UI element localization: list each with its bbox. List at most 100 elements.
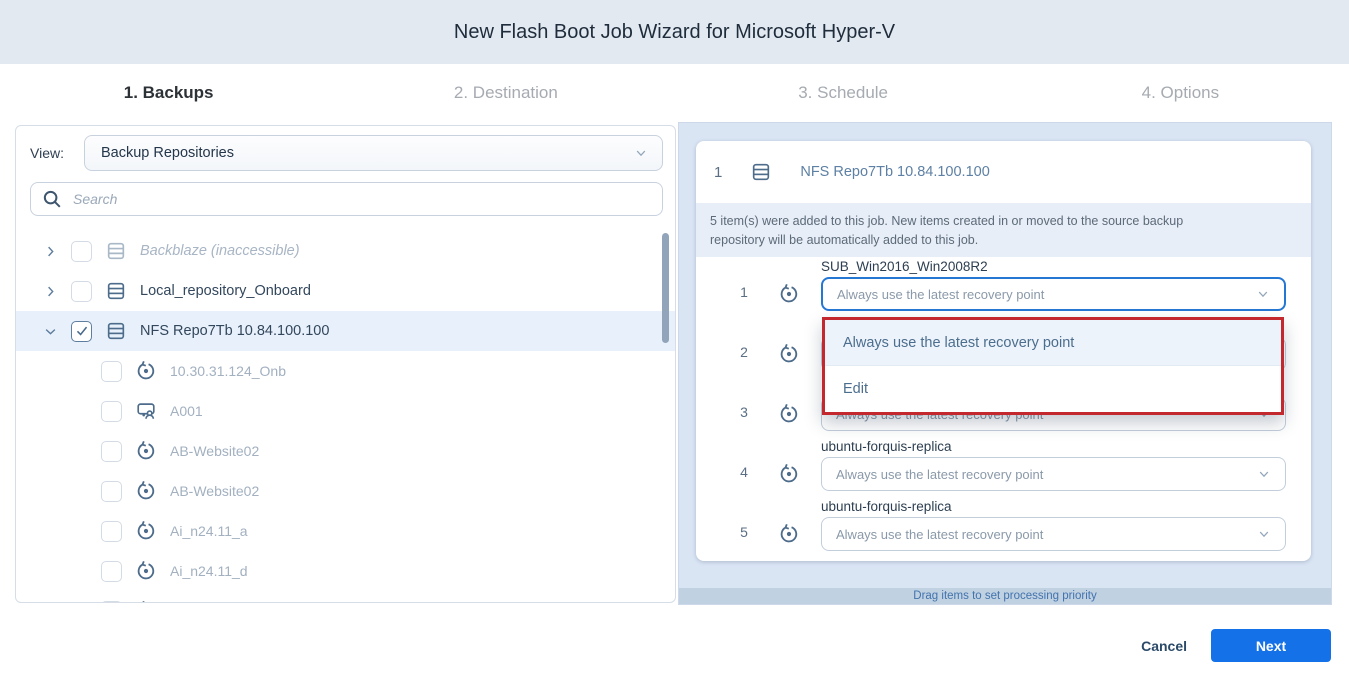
tree-row-label: A001: [170, 403, 203, 419]
checkbox[interactable]: [101, 561, 122, 582]
restore-point-icon: [135, 600, 157, 603]
view-label: View:: [30, 145, 84, 161]
page-title: New Flash Boot Job Wizard for Microsoft …: [454, 21, 895, 44]
repository-icon: [105, 280, 127, 302]
checkbox[interactable]: [71, 281, 92, 302]
restore-point-icon: [135, 560, 157, 582]
restore-point-icon: [135, 440, 157, 462]
chevron-down-icon: [1256, 287, 1270, 301]
restore-point-icon: [778, 403, 800, 425]
wizard-footer: Cancel Next: [1141, 629, 1331, 662]
checkbox[interactable]: [101, 601, 122, 604]
restore-point-icon: [135, 360, 157, 382]
chevron-right-icon[interactable]: [43, 244, 58, 259]
view-dropdown[interactable]: Backup Repositories: [84, 135, 663, 171]
tree-row-label: 10.30.31.124_Onb: [170, 363, 286, 379]
repository-icon: [105, 320, 127, 342]
tab-options[interactable]: 4. Options: [1012, 64, 1349, 122]
restore-point-icon: [135, 480, 157, 502]
step-label: 2. Destination: [454, 83, 558, 103]
item-number: 3: [736, 404, 752, 420]
recovery-point-dropdown[interactable]: Always use the latest recovery point: [821, 517, 1286, 551]
machine-agent-icon: [135, 400, 157, 422]
restore-point-icon: [778, 343, 800, 365]
tree-row-label: Backblaze (inaccessible): [140, 243, 300, 259]
tree-row-label: Local_repository_Onboard: [140, 283, 311, 299]
wizard-header: New Flash Boot Job Wizard for Microsoft …: [0, 0, 1349, 64]
item-name: ubuntu-forquis-replica: [821, 439, 952, 454]
checkbox[interactable]: [101, 521, 122, 542]
source-panel: View: Backup Repositories Backblaze (ina…: [15, 125, 676, 603]
job-item-row: 4 ubuntu-forquis-replica Always use the …: [696, 437, 1311, 497]
group-name: NFS Repo7Tb 10.84.100.100: [800, 164, 989, 180]
recovery-point-dropdown-value: Always use the latest recovery point: [837, 287, 1044, 302]
restore-point-icon: [778, 523, 800, 545]
tree-row-backup[interactable]: Ai_n24.11_a: [16, 511, 675, 551]
recovery-point-dropdown-value: Always use the latest recovery point: [836, 527, 1043, 542]
tree-row-nfs-repo[interactable]: NFS Repo7Tb 10.84.100.100: [16, 311, 675, 351]
restore-point-icon: [778, 463, 800, 485]
tree-row-backup[interactable]: Ai_n24.11_d: [16, 551, 675, 591]
tree-row-label: Ai_n24.11_d: [170, 563, 248, 579]
tab-backups[interactable]: 1. Backups: [0, 64, 337, 122]
tree-row-label: AB-Website02: [170, 443, 259, 459]
checkbox[interactable]: [101, 481, 122, 502]
repository-tree: Backblaze (inaccessible) Local_repositor…: [16, 231, 675, 603]
item-name: SUB_Win2016_Win2008R2: [821, 259, 988, 274]
item-number: 4: [736, 464, 752, 480]
chevron-down-icon[interactable]: [43, 324, 58, 339]
chevron-down-icon: [634, 146, 648, 160]
cancel-button[interactable]: Cancel: [1141, 638, 1187, 654]
step-label: 4. Options: [1142, 83, 1220, 103]
item-number: 5: [736, 524, 752, 540]
restore-point-icon: [135, 520, 157, 542]
tree-row-label: NFS Repo7Tb 10.84.100.100: [140, 323, 329, 339]
recovery-point-dropdown-value: Always use the latest recovery point: [836, 467, 1043, 482]
wizard-steps: 1. Backups 2. Destination 3. Schedule 4.…: [0, 64, 1349, 122]
tree-row-backup[interactable]: A001: [16, 391, 675, 431]
tree-row-label: AB-Website02: [170, 483, 259, 499]
checkbox[interactable]: [101, 361, 122, 382]
next-button[interactable]: Next: [1211, 629, 1331, 662]
drag-priority-hint: Drag items to set processing priority: [679, 588, 1331, 604]
job-item-row: 5 ubuntu-forquis-replica Always use the …: [696, 497, 1311, 557]
tree-row-local-repository[interactable]: Local_repository_Onboard: [16, 271, 675, 311]
job-items-panel: 1 NFS Repo7Tb 10.84.100.100 5 item(s) we…: [678, 122, 1332, 605]
menu-option-label: Edit: [843, 381, 868, 397]
repository-group-card: 1 NFS Repo7Tb 10.84.100.100 5 item(s) we…: [696, 141, 1311, 561]
tree-row-backup[interactable]: 10.30.31.124_Onb: [16, 351, 675, 391]
item-name: ubuntu-forquis-replica: [821, 499, 952, 514]
tree-row-backblaze[interactable]: Backblaze (inaccessible): [16, 231, 675, 271]
recovery-point-dropdown-menu: Always use the latest recovery point Edi…: [822, 317, 1284, 415]
tree-scrollbar-thumb[interactable]: [662, 233, 669, 343]
tab-destination[interactable]: 2. Destination: [337, 64, 674, 122]
repository-icon: [750, 161, 772, 183]
view-dropdown-value: Backup Repositories: [101, 145, 234, 161]
info-banner: 5 item(s) were added to this job. New it…: [696, 203, 1311, 257]
recovery-point-dropdown[interactable]: Always use the latest recovery point: [821, 457, 1286, 491]
menu-option-edit[interactable]: Edit: [825, 366, 1281, 412]
step-label: 3. Schedule: [798, 83, 888, 103]
chevron-down-icon: [1257, 527, 1271, 541]
checkbox[interactable]: [71, 241, 92, 262]
search-icon: [41, 188, 63, 210]
item-number: 1: [736, 284, 752, 300]
job-item-row: 1 SUB_Win2016_Win2008R2 Always use the l…: [696, 257, 1311, 317]
recovery-point-dropdown[interactable]: Always use the latest recovery point: [821, 277, 1286, 311]
item-number: 2: [736, 344, 752, 360]
search-box[interactable]: [30, 182, 663, 216]
group-header: 1 NFS Repo7Tb 10.84.100.100: [696, 141, 1311, 203]
search-input[interactable]: [73, 191, 652, 207]
checkbox[interactable]: [101, 401, 122, 422]
checkbox-checked[interactable]: [71, 321, 92, 342]
menu-option-latest-recovery-point[interactable]: Always use the latest recovery point: [825, 320, 1281, 366]
menu-option-label: Always use the latest recovery point: [843, 335, 1074, 351]
chevron-right-icon[interactable]: [43, 284, 58, 299]
restore-point-icon: [778, 283, 800, 305]
checkbox[interactable]: [101, 441, 122, 462]
tree-row-backup-partial[interactable]: [16, 591, 675, 603]
repository-icon: [105, 240, 127, 262]
tree-row-backup[interactable]: AB-Website02: [16, 431, 675, 471]
tree-row-backup[interactable]: AB-Website02: [16, 471, 675, 511]
tab-schedule[interactable]: 3. Schedule: [675, 64, 1012, 122]
